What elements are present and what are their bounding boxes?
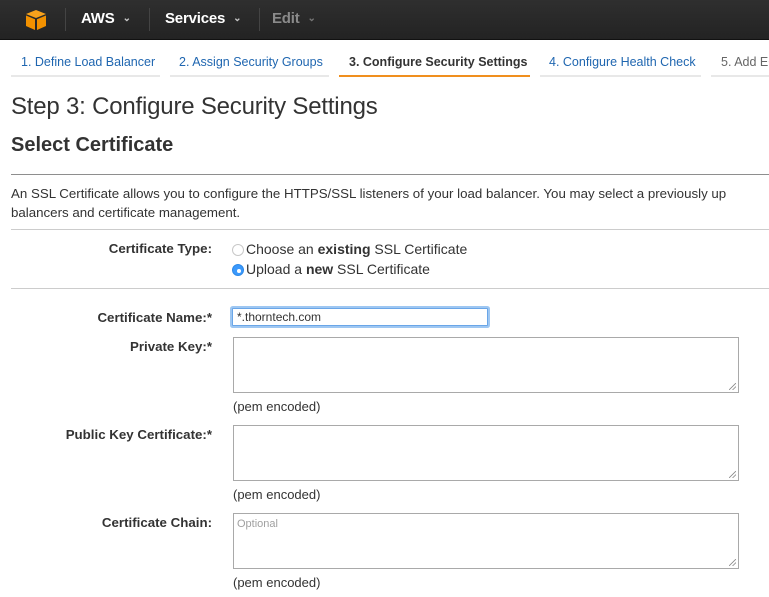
radio-label-pre: Upload a <box>246 261 306 277</box>
radio-label-post: SSL Certificate <box>333 261 430 277</box>
radio-label-pre: Choose an <box>246 241 318 257</box>
wizard-steps: 1. Define Load Balancer 2. Assign Securi… <box>0 40 769 80</box>
certificate-name-label: Certificate Name:* <box>97 310 212 325</box>
tab-define-load-balancer[interactable]: 1. Define Load Balancer <box>21 55 155 75</box>
nav-edit-label: Edit <box>272 10 300 27</box>
tab-add-ec2-instances[interactable]: 5. Add EC <box>721 55 769 75</box>
resize-handle-icon[interactable] <box>729 471 736 478</box>
divider <box>11 229 769 230</box>
private-key-textarea[interactable] <box>233 337 739 393</box>
nav-services-label: Services <box>165 10 226 27</box>
certificate-type-label: Certificate Type: <box>108 241 212 256</box>
radio-label-post: SSL Certificate <box>370 241 468 257</box>
nav-aws-menu[interactable]: AWS ⌄ <box>81 10 131 27</box>
top-nav-bar: AWS ⌄ Services ⌄ Edit ⌄ <box>0 0 769 40</box>
resize-handle-icon[interactable] <box>729 383 736 390</box>
chevron-down-icon: ⌄ <box>233 13 242 24</box>
nav-aws-label: AWS <box>81 10 115 27</box>
radio-checked-icon[interactable] <box>232 264 244 276</box>
public-key-certificate-textarea[interactable] <box>233 425 739 481</box>
tab-underline <box>11 75 160 77</box>
radio-choose-existing-certificate[interactable]: Choose an existing SSL Certificate <box>232 241 467 257</box>
public-key-certificate-label: Public Key Certificate:* <box>65 427 212 442</box>
aws-cube-icon[interactable] <box>25 9 47 31</box>
tab-underline <box>170 75 329 77</box>
public-key-certificate-hint: (pem encoded) <box>233 487 321 502</box>
description-text: An SSL Certificate allows you to configu… <box>11 184 769 222</box>
description-line-1: An SSL Certificate allows you to configu… <box>11 186 727 201</box>
chevron-down-icon: ⌄ <box>122 13 131 24</box>
nav-separator <box>149 8 150 31</box>
nav-separator <box>259 8 260 31</box>
certificate-chain-textarea[interactable]: Optional <box>233 513 739 569</box>
tab-configure-health-check[interactable]: 4. Configure Health Check <box>549 55 696 75</box>
divider <box>11 288 769 289</box>
tab-assign-security-groups[interactable]: 2. Assign Security Groups <box>179 55 323 75</box>
section-divider <box>11 174 769 175</box>
radio-upload-new-certificate[interactable]: Upload a new SSL Certificate <box>232 261 430 277</box>
chevron-down-icon: ⌄ <box>307 13 316 24</box>
description-line-2: balancers and certificate management. <box>11 205 241 220</box>
private-key-label: Private Key:* <box>129 339 212 354</box>
private-key-hint: (pem encoded) <box>233 399 321 414</box>
page-title: Step 3: Configure Security Settings <box>11 93 378 120</box>
tab-configure-security-settings[interactable]: 3. Configure Security Settings <box>349 55 528 75</box>
nav-edit-menu[interactable]: Edit ⌄ <box>272 10 316 27</box>
section-title: Select Certificate <box>11 134 174 156</box>
certificate-chain-label: Certificate Chain: <box>101 515 212 530</box>
nav-separator <box>65 8 66 31</box>
radio-unchecked-icon[interactable] <box>232 244 244 256</box>
certificate-chain-placeholder: Optional <box>237 518 278 530</box>
nav-services-menu[interactable]: Services ⌄ <box>165 10 242 27</box>
certificate-chain-hint: (pem encoded) <box>233 575 321 590</box>
tab-underline-active <box>339 75 530 77</box>
resize-handle-icon[interactable] <box>729 559 736 566</box>
tab-underline <box>540 75 701 77</box>
certificate-name-input[interactable] <box>232 308 488 326</box>
radio-label-bold: existing <box>317 241 371 257</box>
radio-label-bold: new <box>305 261 334 277</box>
tab-underline <box>711 75 769 77</box>
